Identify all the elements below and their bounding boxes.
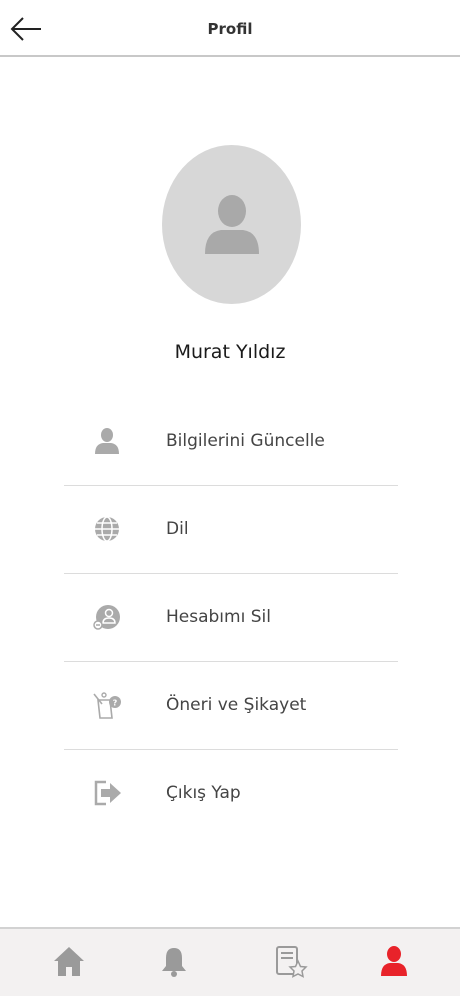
menu-item-label: Öneri ve Şikayet xyxy=(166,695,307,715)
page-title: Profil xyxy=(207,20,253,38)
tab-notifications[interactable] xyxy=(156,943,192,979)
menu-item-feedback[interactable]: ? Öneri ve Şikayet xyxy=(64,662,398,750)
menu-item-logout[interactable]: Çıkış Yap xyxy=(64,750,398,837)
menu-item-label: Bilgilerini Güncelle xyxy=(166,431,325,451)
menu-item-update-info[interactable]: Bilgilerini Güncelle xyxy=(64,398,398,486)
globe-icon xyxy=(95,516,119,542)
feedback-icon: ? xyxy=(93,692,121,719)
menu-item-label: Çıkış Yap xyxy=(166,783,241,803)
menu-item-language[interactable]: Dil xyxy=(64,486,398,574)
avatar[interactable] xyxy=(162,145,301,304)
tab-profile[interactable] xyxy=(376,943,412,979)
home-icon xyxy=(54,947,84,976)
menu-item-delete-account[interactable]: Hesabımı Sil xyxy=(64,574,398,662)
tab-home[interactable] xyxy=(51,943,87,979)
svg-text:?: ? xyxy=(113,699,118,708)
profile-icon xyxy=(381,946,407,976)
user-edit-icon xyxy=(95,428,119,454)
profile-name: Murat Yıldız xyxy=(174,341,286,363)
person-placeholder-icon xyxy=(205,195,259,254)
tab-favorites[interactable] xyxy=(272,943,308,979)
menu-item-label: Dil xyxy=(166,519,189,539)
profile-menu: Bilgilerini Güncelle Dil Hesabımı Sil ? xyxy=(64,398,398,837)
delete-account-icon xyxy=(93,605,120,630)
top-bar: Profil xyxy=(0,0,460,57)
logout-icon xyxy=(94,780,121,806)
menu-item-label: Hesabımı Sil xyxy=(166,607,271,627)
bottom-tab-bar xyxy=(0,927,460,996)
bell-icon xyxy=(162,948,186,977)
favorites-icon xyxy=(276,946,308,978)
